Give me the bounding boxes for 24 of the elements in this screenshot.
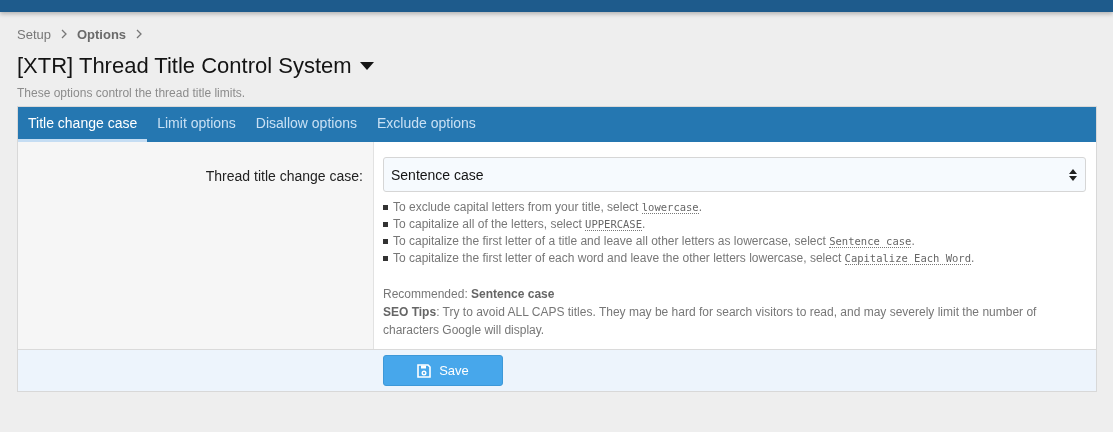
bullet-icon xyxy=(383,239,388,244)
bullet-icon xyxy=(383,222,388,227)
page-description: These options control the thread title limits. xyxy=(17,85,247,101)
hint-text: To exclude capital letters from your title, select lowercase. xyxy=(393,199,703,216)
page-title: [XTR] Thread Title Control System xyxy=(17,52,352,80)
chevron-icon xyxy=(61,29,67,39)
field-label: Thread title change case: xyxy=(205,168,363,184)
note-text: Recommended: Sentence case xyxy=(383,286,556,303)
hint-text: To capitalize the first letter of each word and leave the other letters lowercase, select Capitalize Each Word. xyxy=(393,250,975,267)
bullet-icon xyxy=(383,205,388,210)
tab[interactable]: Disallow options xyxy=(245,107,367,142)
chevron-icon xyxy=(136,29,143,39)
note-text: SEO Tips: Try to avoid ALL CAPS titles. They may be hard for search visitors to read, and may severely limit the number of characters Google will display. xyxy=(383,304,1038,339)
sort-arrows-icon xyxy=(1069,168,1077,181)
caret-icon[interactable] xyxy=(359,62,374,70)
save-button[interactable]: Save xyxy=(383,355,503,386)
tab[interactable]: Exclude options xyxy=(367,107,486,142)
breadcrumb-link[interactable]: Setup xyxy=(17,26,51,42)
bullet-icon xyxy=(383,256,388,261)
hint-text: To capitalize the first letter of a title and leave all other letters as lowercase, select Sentence case. xyxy=(393,233,915,250)
case-select[interactable]: Sentence case xyxy=(383,157,1086,192)
tab[interactable]: Limit options xyxy=(147,107,246,142)
breadcrumb-link[interactable]: Options xyxy=(77,26,127,42)
hint-text: To capitalize all of the letters, select UPPERCASE. xyxy=(393,216,646,233)
